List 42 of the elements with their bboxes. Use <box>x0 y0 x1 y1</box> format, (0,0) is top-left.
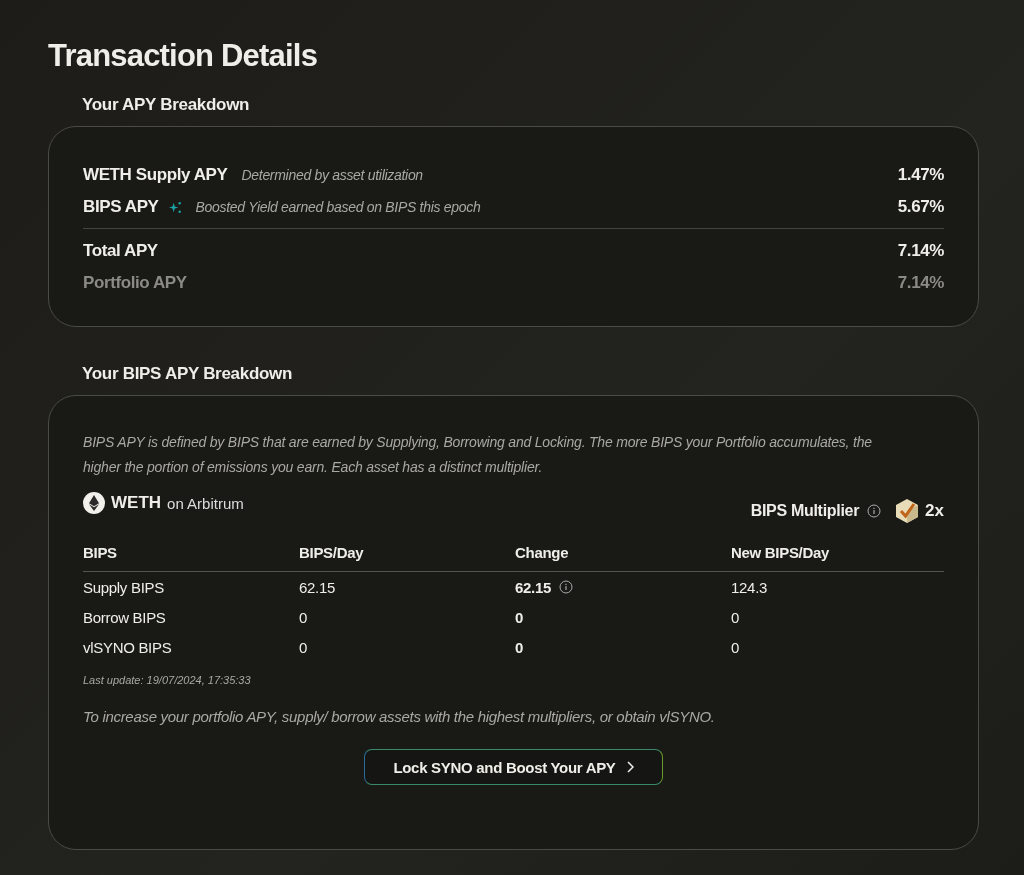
apy-label: BIPS APY <box>83 197 159 217</box>
table-cell: 62.15 <box>515 578 552 596</box>
column-header: BIPS <box>83 544 118 561</box>
table-cell-text: 124.3 <box>731 578 769 596</box>
table-cell-text: 0 <box>731 608 741 626</box>
table-cell-text: 0 <box>299 638 309 656</box>
apy-label: WETH Supply APY <box>83 165 228 185</box>
table-cell: 0 <box>515 638 524 656</box>
apy-value: 1.47% <box>897 165 944 185</box>
info-icon[interactable] <box>867 504 882 518</box>
column-header: Change <box>515 544 570 561</box>
table-cell-text: 0 <box>299 608 309 626</box>
info-icon[interactable] <box>559 580 574 594</box>
multiplier-value: 2x <box>925 501 944 521</box>
section-heading: Your APY Breakdown <box>82 94 251 116</box>
apy-label: Total APY <box>83 241 158 261</box>
multiplier-label: BIPS Multiplier <box>750 502 860 520</box>
table-cell-text: Borrow BIPS <box>83 608 167 626</box>
column-header: BIPS/Day <box>299 544 365 561</box>
section-heading: Your BIPS APY Breakdown <box>82 363 294 385</box>
apy-value: 7.14% <box>897 241 944 261</box>
asset-network: on Arbitrum <box>167 494 244 512</box>
last-update-text: Last update: 19/07/2024, 17:35:33 <box>83 674 252 686</box>
hint-text: To increase your portfolio APY, supply/ borrow assets with the highest multipliers, or obtain vlSYNO. <box>83 708 716 725</box>
asset-name: WETH <box>111 493 162 513</box>
apy-value: 7.14% <box>897 273 944 293</box>
table-cell-text: 0 <box>731 638 741 656</box>
table-cell-text: Supply BIPS <box>83 578 165 596</box>
apy-note: Boosted Yield earned based on BIPS this epoch <box>195 199 481 215</box>
apy-value: 5.67% <box>897 197 944 217</box>
apy-label: Portfolio APY <box>83 273 187 293</box>
table-cell-text: vlSYNO BIPS <box>83 638 173 656</box>
page-title: Transaction Details <box>48 37 319 75</box>
table-cell-text: 62.15 <box>299 578 337 596</box>
apy-note: Determined by asset utilization <box>241 167 423 183</box>
checkmark-cube-icon <box>895 498 920 524</box>
ethereum-icon <box>83 492 105 514</box>
chevron-right-icon <box>625 761 634 773</box>
column-header: New BIPS/Day <box>731 544 831 561</box>
table-cell: 0 <box>515 608 524 626</box>
description-text: BIPS APY is defined by BIPS that are earned by Supplying, Borrowing and Locking. The more BIPS your Portfolio accumulates, the higher the portion of emissions you earn. Each asset has a distinct multiplier. <box>83 433 873 477</box>
lock-boost-button[interactable]: Lock SYNO and Boost Your APY <box>364 749 663 785</box>
